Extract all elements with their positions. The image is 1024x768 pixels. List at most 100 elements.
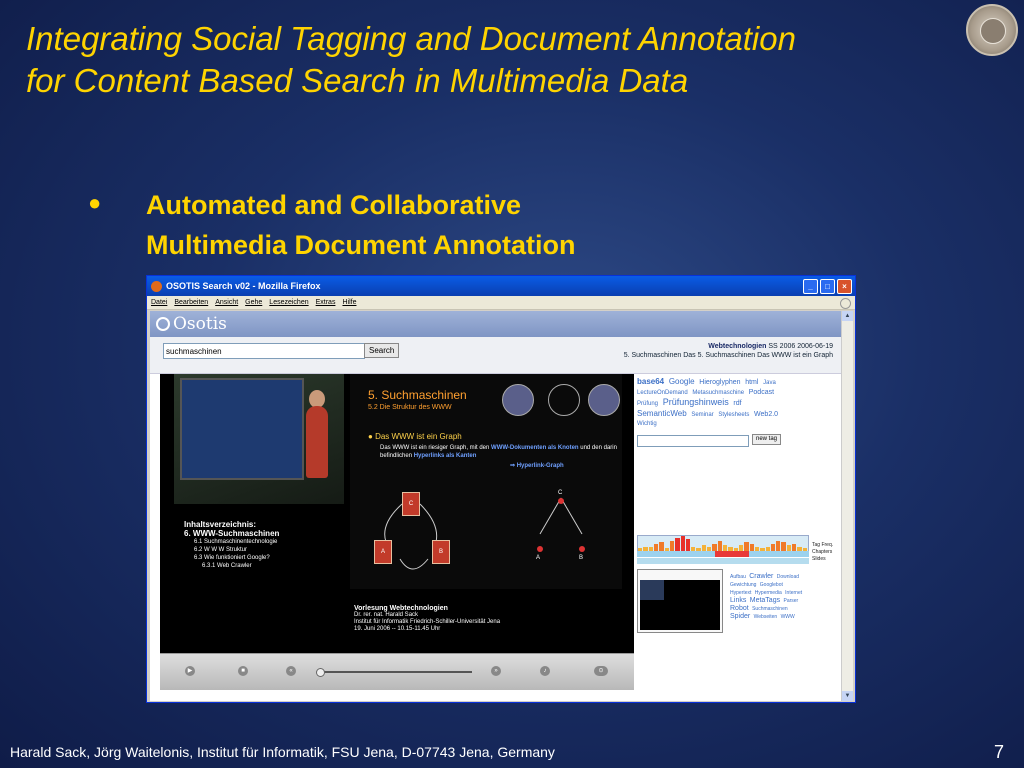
tag-link[interactable]: Webseiten — [754, 614, 778, 620]
tag-link[interactable]: rdf — [733, 400, 741, 407]
lecturer-camera-image — [174, 374, 344, 504]
tag-link[interactable]: Parser — [783, 598, 798, 604]
osotis-logo-icon — [156, 317, 170, 331]
tag-link[interactable]: Metasuchmaschine — [692, 390, 744, 396]
chapter-selection[interactable] — [715, 551, 749, 557]
tag-link[interactable]: Crawler — [749, 573, 773, 580]
tag-frequency-segment[interactable] — [712, 543, 717, 551]
tag-link[interactable]: html — [745, 379, 758, 386]
tag-link[interactable]: Aufbau — [730, 574, 746, 580]
new-tag-button[interactable]: new tag — [752, 434, 782, 445]
volume-icon[interactable]: ♪ — [540, 666, 550, 676]
tag-frequency-segment[interactable] — [792, 543, 797, 551]
menu-lesezeichen[interactable]: Lesezeichen — [269, 299, 308, 306]
tag-link[interactable]: base64 — [637, 377, 664, 386]
fullscreen-icon[interactable]: ⊙ — [594, 666, 608, 676]
tag-link[interactable]: Google — [669, 377, 695, 386]
seek-slider[interactable] — [320, 671, 472, 673]
page-viewport: Osotis Search Webtechnologien SS 2006 20… — [150, 311, 843, 701]
tag-link[interactable]: Gewichtung — [730, 582, 756, 588]
slide-thumbnail[interactable] — [637, 569, 723, 633]
graph-label-c: C — [558, 490, 563, 496]
menu-datei[interactable]: Datei — [151, 299, 167, 306]
tag-frequency-segment[interactable] — [781, 542, 786, 551]
toc-item[interactable]: 6.1 Suchmaschinentechnologie — [184, 538, 279, 546]
chapters-bar[interactable] — [637, 551, 809, 557]
tag-link[interactable]: WWW — [781, 614, 795, 620]
close-button[interactable]: × — [837, 278, 852, 294]
new-tag-input[interactable] — [637, 435, 749, 447]
tag-link[interactable]: Prüfung — [637, 401, 658, 407]
toc-item[interactable]: 6.2 W W W Struktur — [184, 546, 279, 554]
maximize-button[interactable]: □ — [820, 278, 835, 294]
tag-frequency-segment[interactable] — [717, 540, 722, 551]
tag-link[interactable]: Wichtig — [637, 421, 657, 427]
menu-extras[interactable]: Extras — [316, 299, 336, 306]
tag-link[interactable]: Hypermedia — [755, 590, 782, 596]
tag-link[interactable]: Download — [777, 574, 799, 580]
tag-link[interactable]: Hypertext — [730, 590, 751, 596]
tag-link[interactable]: Hieroglyphen — [699, 379, 740, 386]
tag-frequency-segment[interactable] — [770, 543, 776, 551]
scroll-down-icon[interactable]: ▼ — [842, 691, 853, 701]
play-icon[interactable]: ▶ — [185, 666, 195, 676]
document-node-b: B — [432, 540, 450, 564]
scroll-up-icon[interactable]: ▲ — [842, 311, 853, 321]
tag-link[interactable]: Stylesheets — [718, 412, 749, 418]
forward-icon[interactable]: » — [491, 666, 501, 676]
rewind-icon[interactable]: « — [286, 666, 296, 676]
tag-link[interactable]: Web2.0 — [754, 411, 778, 418]
video-player[interactable]: Inhaltsverzeichnis: 6. WWW-Suchmaschinen… — [160, 374, 634, 653]
tag-link[interactable]: Suchmaschinen — [752, 606, 788, 612]
lecturer-figure — [306, 406, 328, 478]
menu-bearbeiten[interactable]: Bearbeiten — [174, 299, 208, 306]
tag-frequency-bar[interactable] — [637, 535, 809, 552]
tag-frequency-segment[interactable] — [744, 542, 749, 551]
slides-bar[interactable] — [637, 558, 809, 564]
video-caption: Vorlesung Webtechnologien Dr. rer. nat. … — [354, 605, 500, 633]
tag-link[interactable]: Links — [730, 597, 746, 604]
bullet-icon: ● — [88, 190, 102, 215]
minimize-button[interactable]: _ — [803, 278, 818, 294]
graph-node-b — [579, 546, 585, 552]
tag-frequency-segment[interactable] — [749, 543, 754, 551]
firefox-window: OSOTIS Search v02 - Mozilla Firefox _ □ … — [146, 275, 856, 703]
toc-item[interactable]: 6.3 Wie funktioniert Google? — [184, 554, 279, 562]
tag-frequency-segment[interactable] — [669, 540, 675, 551]
search-button[interactable]: Search — [364, 343, 400, 358]
tag-link[interactable]: Java — [763, 380, 776, 386]
window-titlebar[interactable]: OSOTIS Search v02 - Mozilla Firefox _ □ … — [147, 276, 855, 296]
tag-frequency-segment[interactable] — [776, 540, 781, 551]
tag-frequency-segment[interactable] — [685, 539, 691, 551]
tag-link[interactable]: Internet — [785, 590, 802, 596]
search-input[interactable] — [163, 343, 365, 359]
menu-ansicht[interactable]: Ansicht — [215, 299, 238, 306]
window-title: OSOTIS Search v02 - Mozilla Firefox — [166, 281, 321, 291]
document-node-a: A — [374, 540, 392, 564]
tag-link[interactable]: Podcast — [749, 389, 774, 396]
legend-tag-freq: Tag Freq. — [812, 542, 834, 548]
tag-link[interactable]: Robot — [730, 605, 749, 612]
graph-label-b: B — [579, 555, 584, 561]
tag-link[interactable]: Prüfungshinweis — [663, 397, 729, 407]
caption-author: Dr. rer. nat. Harald Sack — [354, 612, 419, 618]
tag-frequency-segment[interactable] — [653, 543, 659, 551]
tag-link[interactable]: Seminar — [691, 412, 713, 418]
tag-link[interactable]: Spider — [730, 613, 750, 620]
tag-frequency-segment[interactable] — [675, 537, 680, 551]
tag-link[interactable]: MetaTags — [750, 597, 780, 604]
tag-link[interactable]: SemanticWeb — [637, 409, 687, 418]
bullet-text: Automated and Collaborative Multimedia D… — [146, 185, 575, 265]
menu-gehe[interactable]: Gehe — [245, 299, 262, 306]
menu-hilfe[interactable]: Hilfe — [342, 299, 356, 306]
tag-frequency-segment[interactable] — [680, 536, 685, 551]
stop-icon[interactable]: ■ — [238, 666, 248, 676]
toc-chapter[interactable]: 6. WWW-Suchmaschinen — [184, 529, 279, 538]
seek-slider-thumb[interactable] — [316, 668, 325, 677]
vertical-scrollbar[interactable]: ▲ ▼ — [841, 311, 853, 701]
toc-item[interactable]: 6.3.1 Web Crawler — [184, 562, 279, 570]
slide-title: Integrating Social Tagging and Document … — [26, 18, 946, 102]
tag-link[interactable]: Googlebot — [760, 582, 783, 588]
tag-frequency-segment[interactable] — [659, 542, 664, 551]
tag-link[interactable]: LectureOnDemand — [637, 390, 688, 396]
